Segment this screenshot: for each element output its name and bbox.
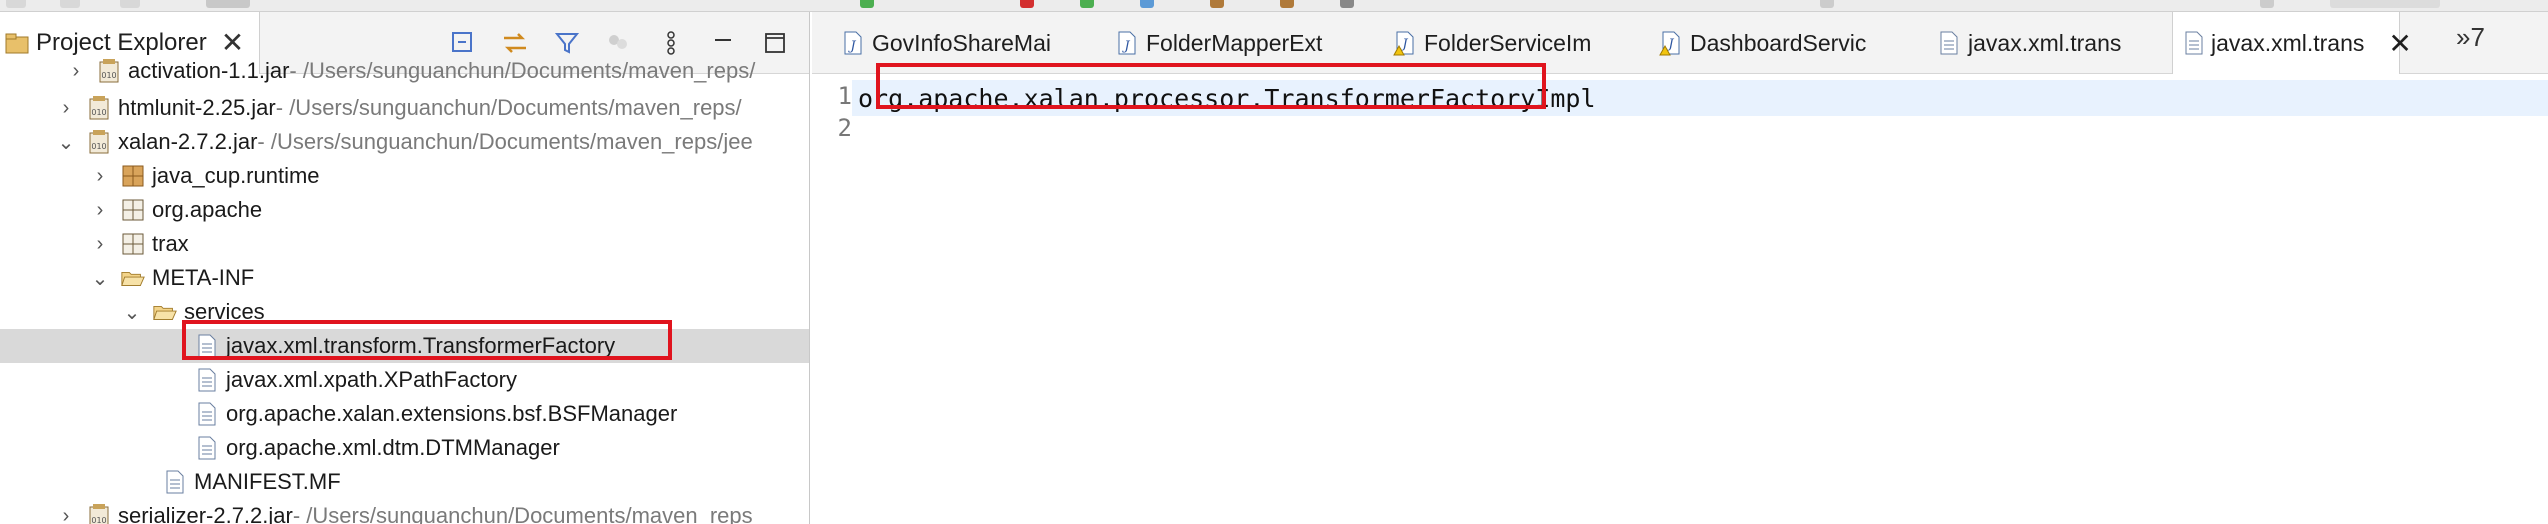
tree-item-label: org.apache xyxy=(152,197,263,222)
more-tabs-button[interactable]: »7 xyxy=(2456,22,2485,53)
tab-javax-xml-trans[interactable]: javax.xml.trans xyxy=(1926,12,2121,74)
tree-item-path: - /Users/sunguanchun/Documents/maven_rep… xyxy=(292,503,753,524)
tree-item-label: java_cup.runtime xyxy=(152,163,320,188)
java-file-icon: J xyxy=(840,30,866,56)
close-icon[interactable]: ✕ xyxy=(221,29,244,57)
annotation-box xyxy=(182,320,672,360)
tree-row-jar[interactable]: › 010 activation-1.1.jar - /Users/sungua… xyxy=(0,54,809,88)
tree-row-package[interactable]: › org.apache xyxy=(0,193,809,227)
main-toolbar xyxy=(0,0,2548,12)
toolbar-icon[interactable] xyxy=(1820,0,1834,8)
file-icon xyxy=(194,367,220,393)
package-icon xyxy=(120,163,146,189)
jar-icon: 010 xyxy=(86,503,112,524)
tree-item-label: activation-1.1.jar xyxy=(128,58,290,83)
tab-dashboardservic[interactable]: J DashboardServic xyxy=(1648,12,1866,74)
tab-label: GovInfoShareMai xyxy=(872,29,1051,56)
tree-item-label: javax.xml.xpath.XPathFactory xyxy=(226,367,518,392)
file-icon xyxy=(194,435,220,461)
jar-icon: 010 xyxy=(86,129,112,155)
tree-row-file[interactable]: org.apache.xml.dtm.DTMManager xyxy=(0,431,809,465)
file-icon xyxy=(194,401,220,427)
tree-item-label: org.apache.xalan.extensions.bsf.BSFManag… xyxy=(226,401,678,426)
chevron-right-icon[interactable]: › xyxy=(90,233,110,256)
tree-item-path: - /Users/sunguanchun/Documents/maven_rep… xyxy=(275,95,742,120)
toolbar-icon[interactable] xyxy=(860,0,874,8)
chevron-right-icon[interactable]: › xyxy=(90,199,110,222)
chevron-down-icon[interactable]: ⌄ xyxy=(56,130,76,155)
toolbar-icon[interactable] xyxy=(1080,0,1094,8)
toolbar-icon[interactable] xyxy=(206,0,250,8)
tab-label: javax.xml.trans xyxy=(2211,29,2365,56)
tree-item-label: META-INF xyxy=(152,265,255,290)
tree-row-file[interactable]: org.apache.xalan.extensions.bsf.BSFManag… xyxy=(0,397,809,431)
svg-text:010: 010 xyxy=(91,108,106,117)
tree-item-path: - /Users/sunguanchun/Documents/maven_rep… xyxy=(289,58,756,83)
chevron-right-icon[interactable]: › xyxy=(56,97,76,120)
folder-open-icon xyxy=(152,299,178,325)
svg-text:010: 010 xyxy=(101,71,116,80)
tree-row-package[interactable]: › trax xyxy=(0,227,809,261)
toolbar-icon[interactable] xyxy=(1210,0,1224,8)
file-icon xyxy=(162,469,188,495)
line-number: 2 xyxy=(837,114,852,142)
tree-item-label: serializer-2.7.2.jar xyxy=(118,503,293,524)
java-file-warning-icon: J xyxy=(1392,30,1418,56)
annotation-box xyxy=(876,63,1546,109)
svg-text:010: 010 xyxy=(91,142,106,151)
toolbar-icon[interactable] xyxy=(1280,0,1294,8)
tree-row-jar[interactable]: ⌄ 010 xalan-2.7.2.jar - /Users/sunguanch… xyxy=(0,125,809,159)
text-file-icon xyxy=(1936,30,1962,56)
tree-item-label: xalan-2.7.2.jar xyxy=(118,129,258,154)
tree-item-label: org.apache.xml.dtm.DTMManager xyxy=(226,435,560,460)
tab-label: FolderMapperExt xyxy=(1146,29,1323,56)
toolbar-icon[interactable] xyxy=(2260,0,2274,8)
chevron-down-icon[interactable]: ⌄ xyxy=(122,300,142,325)
toolbar-icon[interactable] xyxy=(1340,0,1354,8)
tab-label: Project Explorer xyxy=(36,29,207,56)
toolbar-icon[interactable] xyxy=(2330,0,2440,8)
package-icon xyxy=(120,197,146,223)
tree-item-label: trax xyxy=(152,231,189,256)
tree-item-label: MANIFEST.MF xyxy=(194,469,341,494)
code-editor[interactable]: 1 2 org.apache.xalan.processor.Transform… xyxy=(812,74,2548,524)
folder-open-icon xyxy=(120,265,146,291)
tree-row-file[interactable]: javax.xml.xpath.XPathFactory xyxy=(0,363,809,397)
tree-item-label: htmlunit-2.25.jar xyxy=(118,95,276,120)
tab-label: FolderServiceIm xyxy=(1424,29,1592,56)
tab-javax-xml-trans-active[interactable]: javax.xml.trans ✕ xyxy=(2172,12,2412,74)
toolbar-icon[interactable] xyxy=(1020,0,1034,8)
project-explorer-panel: Project Explorer ✕ › 010 activation-1.1.… xyxy=(0,12,810,524)
toolbar-icon[interactable] xyxy=(1140,0,1154,8)
tree-item-path: - /Users/sunguanchun/Documents/maven_rep… xyxy=(257,129,753,154)
chevron-right-icon[interactable]: › xyxy=(66,60,86,83)
chevron-right-icon[interactable]: › xyxy=(56,505,76,524)
line-number: 1 xyxy=(837,82,852,110)
chevron-down-icon[interactable]: ⌄ xyxy=(90,266,110,291)
java-file-warning-icon: J xyxy=(1658,30,1684,56)
jar-icon: 010 xyxy=(86,95,112,121)
tree-row-file[interactable]: MANIFEST.MF xyxy=(0,465,809,499)
close-icon[interactable]: ✕ xyxy=(2388,27,2411,60)
tree-row-package[interactable]: › java_cup.runtime xyxy=(0,159,809,193)
tab-label: DashboardServic xyxy=(1690,29,1867,56)
editor-panel: J GovInfoShareMai J FolderMapperExt J Fo… xyxy=(812,12,2548,524)
java-file-icon: J xyxy=(1114,30,1140,56)
tree-row-folder[interactable]: ⌄ META-INF xyxy=(0,261,809,295)
toolbar-icon[interactable] xyxy=(120,0,140,8)
chevron-right-icon[interactable]: › xyxy=(90,165,110,188)
toolbar-icon[interactable] xyxy=(60,0,80,8)
text-file-icon xyxy=(2183,30,2205,56)
svg-text:010: 010 xyxy=(91,516,106,524)
tab-label: javax.xml.trans xyxy=(1968,29,2122,56)
project-explorer-icon xyxy=(4,29,32,57)
tree-row-jar[interactable]: › 010 htmlunit-2.25.jar - /Users/sunguan… xyxy=(0,91,809,125)
package-icon xyxy=(120,231,146,257)
toolbar-icon[interactable] xyxy=(6,0,26,8)
jar-icon: 010 xyxy=(96,58,122,84)
tree-row-jar[interactable]: › 010 serializer-2.7.2.jar - /Users/sung… xyxy=(0,499,809,524)
